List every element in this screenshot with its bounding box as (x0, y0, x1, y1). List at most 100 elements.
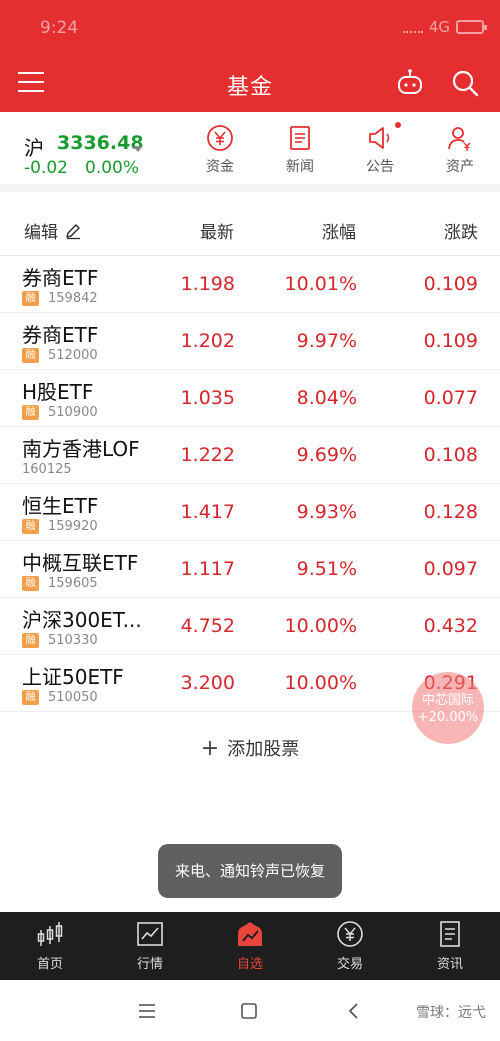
fund-name: 南方香港LOF (22, 437, 140, 461)
floating-stock-pct: +20.00% (417, 710, 479, 725)
line-chart-icon (137, 922, 163, 946)
tab-market[interactable]: 行情 (110, 920, 190, 972)
user-yen-icon (448, 127, 471, 151)
plus-icon: + (200, 736, 220, 761)
fund-name: 券商ETF (22, 323, 99, 347)
fund-code: 159842 (48, 291, 98, 306)
fund-change-pct: 9.93% (296, 501, 357, 523)
top-navbar: 基金 (0, 56, 500, 112)
fund-name: H股ETF (22, 380, 94, 404)
column-change-pct[interactable]: 涨幅 (322, 218, 356, 243)
tab-label: 行情 (136, 957, 163, 972)
quick-link-news[interactable]: 新闻 (265, 124, 335, 176)
index-change: -0.02 (24, 158, 68, 178)
fund-list: 券商ETF 融 159842 1.198 10.01% 0.109 券商ETF 融 512000… (0, 256, 500, 712)
tab-label: 首页 (36, 957, 63, 972)
toast-message: 来电、通知铃声已恢复 (158, 844, 342, 898)
fund-row[interactable]: H股ETF 融 510900 1.035 8.04% 0.077 (0, 370, 500, 427)
status-bar: 9:24 4G (0, 0, 500, 56)
quick-link-label: 新闻 (286, 159, 314, 175)
bottom-tab-bar: 首页 行情 自选 交易 资讯 (0, 912, 500, 980)
quick-link-assets[interactable]: 资产 (425, 124, 495, 176)
status-time: 9:24 (40, 18, 79, 38)
search-icon[interactable] (450, 68, 480, 98)
index-summary: 沪 3336.48 -0.02 0.00% 资金 新闻 公告 资产 (0, 112, 500, 192)
margin-badge: 融 (22, 348, 39, 363)
document-icon (440, 921, 460, 947)
quick-link-label: 公告 (366, 159, 394, 175)
fund-row[interactable]: 南方香港LOF 160125 1.222 9.69% 0.108 (0, 427, 500, 484)
fund-row[interactable]: 券商ETF 融 159842 1.198 10.01% 0.109 (0, 256, 500, 313)
fund-code: 510900 (48, 405, 98, 420)
fund-price: 1.417 (180, 501, 235, 523)
margin-badge: 融 (22, 405, 39, 420)
tab-label: 资讯 (436, 957, 463, 972)
fund-row[interactable]: 沪深300ET... 融 510330 4.752 10.00% 0.432 (0, 598, 500, 655)
fund-name: 恒生ETF (22, 494, 99, 518)
tab-trade[interactable]: 交易 (310, 920, 390, 972)
signal-icon (402, 21, 423, 33)
margin-badge: 融 (22, 633, 39, 648)
battery-icon (456, 20, 487, 34)
fund-row[interactable]: 恒生ETF 融 159920 1.417 9.93% 0.128 (0, 484, 500, 541)
status-indicators: 4G (402, 18, 487, 36)
fund-code: 512000 (48, 348, 98, 363)
tab-watchlist[interactable]: 自选 (210, 920, 290, 972)
network-type: 4G (428, 18, 450, 36)
quick-link-label: 资产 (446, 159, 474, 175)
edit-label: 编辑 (24, 223, 58, 243)
fund-code: 159920 (48, 519, 98, 534)
floating-stock-bubble[interactable]: 中芯国际 +20.00% (412, 672, 484, 744)
margin-badge: 融 (22, 291, 39, 306)
fund-name: 中概互联ETF (22, 551, 139, 575)
yuan-circle-icon (337, 921, 363, 947)
robot-icon[interactable] (395, 68, 425, 98)
menu-lines-icon[interactable] (138, 1003, 156, 1019)
fund-code: 159605 (48, 576, 98, 591)
add-stock-label: 添加股票 (227, 739, 300, 760)
fund-row[interactable]: 中概互联ETF 融 159605 1.117 9.51% 0.097 (0, 541, 500, 598)
fund-price: 1.035 (180, 387, 235, 409)
fund-change-pct: 8.04% (296, 387, 357, 409)
quick-link-announcements[interactable]: 公告 (345, 122, 415, 176)
yuan-circle-icon (207, 125, 233, 151)
fund-change: 0.128 (423, 501, 478, 523)
column-change[interactable]: 涨跌 (444, 218, 478, 243)
margin-badge: 融 (22, 576, 39, 591)
fund-change-pct: 9.97% (296, 330, 357, 352)
fund-price: 3.200 (180, 672, 235, 694)
fund-price: 1.222 (180, 444, 235, 466)
tab-label: 交易 (336, 957, 363, 972)
square-home-icon[interactable] (241, 1003, 257, 1019)
fund-change: 0.097 (423, 558, 478, 580)
quick-link-label: 资金 (206, 159, 234, 175)
page-title: 基金 (226, 75, 273, 100)
notification-dot (395, 122, 401, 128)
megaphone-icon (369, 127, 390, 149)
back-chevron-icon[interactable] (347, 1002, 359, 1020)
system-nav-bar: 雪球：远弋 (0, 980, 500, 1041)
chevron-down-icon[interactable] (133, 146, 143, 152)
fund-change: 0.109 (423, 330, 478, 352)
fund-change-pct: 10.00% (284, 672, 357, 694)
index-value[interactable]: 3336.48 (57, 132, 144, 154)
fund-change-pct: 9.69% (296, 444, 357, 466)
tab-home[interactable]: 首页 (10, 920, 90, 972)
fund-change-pct: 10.00% (284, 615, 357, 637)
fund-row[interactable]: 券商ETF 融 512000 1.202 9.97% 0.109 (0, 313, 500, 370)
index-name[interactable]: 沪 (24, 132, 44, 161)
fund-price: 1.202 (180, 330, 235, 352)
fund-price: 1.117 (180, 558, 235, 580)
news-icon (290, 126, 310, 150)
quick-link-funds[interactable]: 资金 (185, 124, 255, 176)
fund-change: 0.108 (423, 444, 478, 466)
fund-name: 上证50ETF (22, 665, 124, 689)
edit-button[interactable]: 编辑 (24, 218, 82, 243)
margin-badge: 融 (22, 519, 39, 534)
column-latest[interactable]: 最新 (200, 218, 234, 243)
fund-change: 0.109 (423, 273, 478, 295)
tab-news[interactable]: 资讯 (410, 920, 490, 972)
add-stock-button[interactable]: + 添加股票 (0, 735, 500, 761)
fund-change: 0.077 (423, 387, 478, 409)
fund-change-pct: 10.01% (284, 273, 357, 295)
